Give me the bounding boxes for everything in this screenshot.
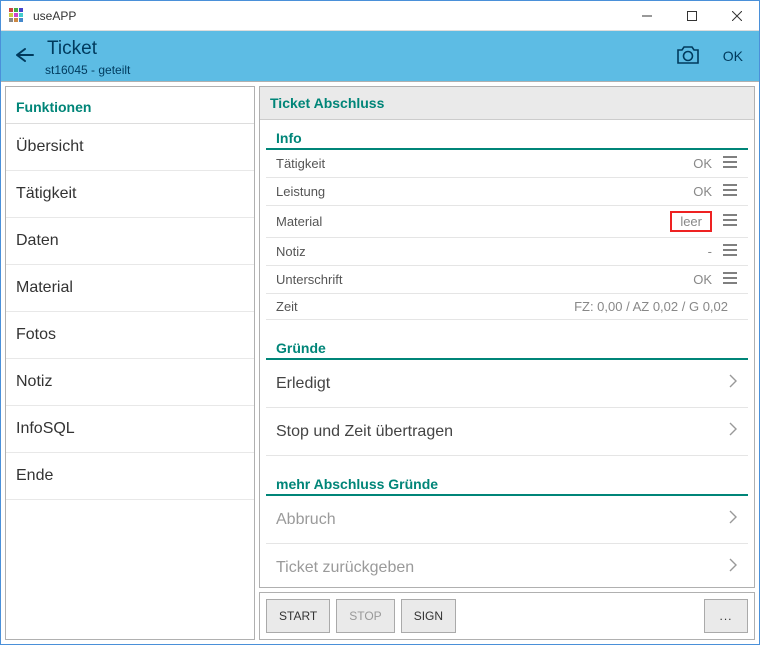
spacer xyxy=(462,599,698,633)
info-label: Zeit xyxy=(276,299,574,314)
reason-label: Abbruch xyxy=(276,511,728,529)
sidebar-item[interactable]: Tätigkeit xyxy=(6,171,254,218)
info-row: ZeitFZ: 0,00 / AZ 0,02 / G 0,02 xyxy=(266,294,748,320)
camera-icon[interactable] xyxy=(675,42,717,71)
sidebar-item[interactable]: InfoSQL xyxy=(6,406,254,453)
reason-label: Stop und Zeit übertragen xyxy=(276,423,728,441)
info-label: Tätigkeit xyxy=(276,156,693,171)
info-label: Material xyxy=(276,214,670,229)
chevron-right-icon xyxy=(728,422,738,441)
main-scroll: Ticket Abschluss Info TätigkeitOKLeistun… xyxy=(259,86,755,588)
sign-button[interactable]: SIGN xyxy=(401,599,456,633)
info-value: leer xyxy=(670,211,712,232)
app-icon xyxy=(9,8,25,24)
reason-label: Erledigt xyxy=(276,375,728,393)
sidebar-item[interactable]: Daten xyxy=(6,218,254,265)
back-icon[interactable] xyxy=(11,43,45,70)
info-row: UnterschriftOK xyxy=(266,266,748,294)
close-button[interactable] xyxy=(714,1,759,31)
reason-row[interactable]: Ticket zurückgeben xyxy=(266,544,748,588)
app-window: useAPP Ticket st16045 - geteilt OK Funkt… xyxy=(0,0,760,645)
bottom-bar: START STOP SIGN ... xyxy=(259,592,755,640)
reason-label: Ticket zurückgeben xyxy=(276,559,728,577)
sidebar-item[interactable]: Notiz xyxy=(6,359,254,406)
sidebar-item[interactable]: Übersicht xyxy=(6,124,254,171)
minimize-button[interactable] xyxy=(624,1,669,31)
info-value: OK xyxy=(693,272,712,287)
sidebar-heading: Funktionen xyxy=(6,87,254,124)
titlebar: useAPP xyxy=(1,1,759,31)
reason-row[interactable]: Stop und Zeit übertragen xyxy=(266,408,748,456)
menu-icon[interactable] xyxy=(722,243,738,260)
chevron-right-icon xyxy=(728,374,738,393)
info-row: Materialleer xyxy=(266,206,748,238)
section-more-heading: mehr Abschluss Gründe xyxy=(266,466,748,496)
chevron-right-icon xyxy=(728,510,738,529)
main-panel: Ticket Abschluss Info TätigkeitOKLeistun… xyxy=(259,86,755,640)
maximize-button[interactable] xyxy=(669,1,714,31)
stop-button[interactable]: STOP xyxy=(336,599,394,633)
reason-row[interactable]: Abbruch xyxy=(266,496,748,544)
header-bar: Ticket st16045 - geteilt OK xyxy=(1,31,759,81)
page-title: Ticket xyxy=(47,39,671,60)
menu-icon[interactable] xyxy=(722,213,738,230)
header-titles: Ticket st16045 - geteilt xyxy=(45,35,675,77)
reason-row[interactable]: Erledigt xyxy=(266,360,748,408)
info-row: TätigkeitOK xyxy=(266,150,748,178)
menu-icon[interactable] xyxy=(722,183,738,200)
info-value: OK xyxy=(693,184,712,199)
info-row: LeistungOK xyxy=(266,178,748,206)
app-title: useAPP xyxy=(33,9,624,23)
info-row: Notiz- xyxy=(266,238,748,266)
section-info-heading: Info xyxy=(266,120,748,150)
sidebar-item[interactable]: Ende xyxy=(6,453,254,500)
menu-icon[interactable] xyxy=(722,155,738,172)
body: Funktionen ÜbersichtTätigkeitDatenMateri… xyxy=(1,81,759,644)
sidebar: Funktionen ÜbersichtTätigkeitDatenMateri… xyxy=(5,86,255,640)
panel-title: Ticket Abschluss xyxy=(260,87,754,120)
info-label: Leistung xyxy=(276,184,693,199)
page-subtitle: st16045 - geteilt xyxy=(45,64,675,77)
sidebar-item[interactable]: Fotos xyxy=(6,312,254,359)
window-controls xyxy=(624,1,759,31)
sidebar-item[interactable]: Material xyxy=(6,265,254,312)
info-label: Unterschrift xyxy=(276,272,693,287)
section-reasons-heading: Gründe xyxy=(266,330,748,360)
info-value: OK xyxy=(693,156,712,171)
info-label: Notiz xyxy=(276,244,708,259)
menu-icon[interactable] xyxy=(722,271,738,288)
start-button[interactable]: START xyxy=(266,599,330,633)
more-button[interactable]: ... xyxy=(704,599,748,633)
info-value: FZ: 0,00 / AZ 0,02 / G 0,02 xyxy=(574,299,728,314)
chevron-right-icon xyxy=(728,558,738,577)
ok-button[interactable]: OK xyxy=(717,48,749,64)
info-value: - xyxy=(708,244,712,259)
